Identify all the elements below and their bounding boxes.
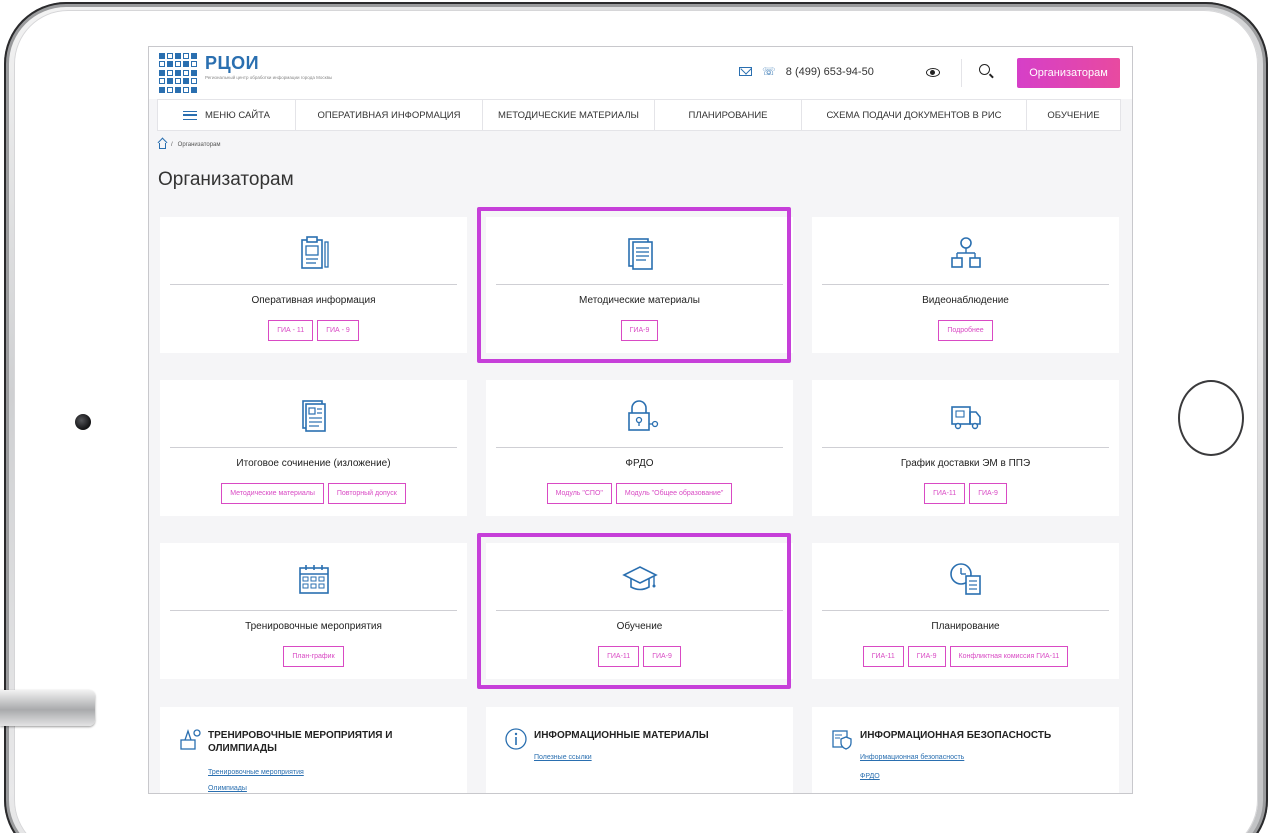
essay-icon: [301, 400, 326, 432]
card-divider: [822, 447, 1109, 448]
card-divider: [170, 610, 457, 611]
site-header: РЦОИ Региональный центр обработки информ…: [149, 47, 1132, 99]
search-icon[interactable]: [979, 64, 990, 75]
truck-icon: [950, 406, 981, 430]
browser-screen: РЦОИ Региональный центр обработки информ…: [148, 46, 1133, 794]
tag-gia11[interactable]: ГИА-11: [924, 483, 966, 504]
card-tags: ГИА-11 ГИА-9: [812, 483, 1119, 504]
card-divider: [170, 447, 457, 448]
nav-methodical-materials[interactable]: МЕТОДИЧЕСКИЕ МАТЕРИАЛЫ: [483, 100, 655, 130]
phone-icon: ☏: [762, 66, 776, 78]
tag-more[interactable]: Подробнее: [938, 320, 993, 341]
burger-menu-icon: [183, 110, 197, 120]
award-icon: [180, 728, 201, 750]
tablet-mockup: РЦОИ Региональный центр обработки информ…: [0, 0, 1281, 833]
card-tags: ГИА-11 ГИА-9 Конфликтная комиссия ГИА-11: [812, 646, 1119, 667]
breadcrumb-current: Организаторам: [177, 141, 221, 148]
card-tags: ГИА - 11 ГИА - 9: [160, 320, 467, 341]
nav-operational-info[interactable]: ОПЕРАТИВНАЯ ИНФОРМАЦИЯ: [296, 100, 483, 130]
card-title: Видеонаблюдение: [922, 295, 1009, 306]
card-training-events[interactable]: Тренировочные мероприятия План-график: [160, 543, 467, 679]
tag-gia11[interactable]: ГИА-11: [862, 646, 904, 667]
card-tags: Методические материалы Повторный допуск: [160, 483, 467, 504]
tag-gia11[interactable]: ГИА - 11: [268, 320, 314, 341]
organizers-button[interactable]: Организаторам: [1017, 58, 1120, 88]
card-operational-info[interactable]: Оперативная информация ГИА - 11 ГИА - 9: [160, 217, 467, 353]
tag-gia9[interactable]: ГИА - 9: [317, 320, 359, 341]
calendar-icon: [298, 565, 329, 594]
card-title: ИНФОРМАЦИОННАЯ БЕЗОПАСНОСТЬ: [860, 730, 1052, 741]
card-title: ИНФОРМАЦИОННЫЕ МАТЕРИАЛЫ: [534, 730, 709, 741]
info-icon: [505, 728, 527, 750]
card-frdo[interactable]: ФРДО Модуль "СПО" Модуль "Общее образова…: [486, 380, 793, 516]
card-title: ТРЕНИРОВОЧНЫЕ МЕРОПРИЯТИЯ И ОЛИМПИАДЫ: [208, 730, 393, 754]
logo-title: РЦОИ: [205, 53, 260, 73]
camera-icon: [75, 414, 91, 430]
card-delivery-schedule[interactable]: График доставки ЭМ в ППЭ ГИА-11 ГИА-9: [812, 380, 1119, 516]
planning-icon: [949, 563, 981, 595]
site-logo[interactable]: РЦОИ Региональный центр обработки информ…: [159, 53, 339, 93]
logo-subtitle: Региональный центр обработки информации …: [205, 75, 333, 80]
breadcrumb-separator: /: [171, 141, 173, 148]
card-training-olympiads: ТРЕНИРОВОЧНЫЕ МЕРОПРИЯТИЯ И ОЛИМПИАДЫ Тр…: [160, 707, 467, 793]
lock-key-icon: [627, 400, 658, 431]
link-training-events[interactable]: Тренировочные мероприятия: [208, 769, 304, 776]
security-icon: [832, 730, 852, 750]
clipboard-icon: [300, 236, 329, 269]
nav-planning[interactable]: ПЛАНИРОВАНИЕ: [655, 100, 802, 130]
card-title: Оперативная информация: [251, 295, 376, 306]
link-frdo[interactable]: ФРДО: [860, 773, 880, 780]
card-divider: [822, 284, 1109, 285]
home-icon[interactable]: [159, 143, 166, 149]
card-title: График доставки ЭМ в ППЭ: [900, 458, 1031, 469]
nav-site-menu[interactable]: МЕНЮ САЙТА: [158, 100, 296, 130]
highlight-methodical-materials: [477, 207, 791, 363]
card-final-essay[interactable]: Итоговое сочинение (изложение) Методичес…: [160, 380, 467, 516]
tag-gia9[interactable]: ГИА-9: [969, 483, 1007, 504]
card-tags: Модуль "СПО" Модуль "Общее образование": [486, 483, 793, 504]
logo-grid-icon: [159, 53, 199, 93]
side-key: [0, 690, 95, 726]
tag-repeat-admission[interactable]: Повторный допуск: [327, 483, 406, 504]
card-info-security: ИНФОРМАЦИОННАЯ БЕЗОПАСНОСТЬ Информационн…: [812, 707, 1119, 793]
tag-plan-schedule[interactable]: План-график: [283, 646, 344, 667]
mail-icon[interactable]: [739, 67, 752, 76]
card-tags: Подробнее: [812, 320, 1119, 341]
card-title: Тренировочные мероприятия: [245, 621, 382, 632]
nav-training[interactable]: ОБУЧЕНИЕ: [1027, 100, 1120, 130]
phone-number[interactable]: 8 (499) 653-94-50: [786, 66, 874, 78]
hierarchy-icon: [950, 237, 981, 268]
card-title: Итоговое сочинение (изложение): [236, 458, 391, 469]
card-info-materials: ИНФОРМАЦИОННЫЕ МАТЕРИАЛЫ Полезные ссылки: [486, 707, 793, 793]
home-button[interactable]: [1178, 380, 1244, 456]
eye-icon[interactable]: [926, 68, 940, 77]
tag-general-education-module[interactable]: Модуль "Общее образование": [615, 483, 733, 504]
breadcrumb: / Организаторам: [159, 140, 221, 149]
card-divider: [496, 447, 783, 448]
header-divider: [961, 59, 962, 87]
card-divider: [170, 284, 457, 285]
card-video-surveillance[interactable]: Видеонаблюдение Подробнее: [812, 217, 1119, 353]
link-useful-links[interactable]: Полезные ссылки: [534, 754, 592, 761]
nav-document-scheme[interactable]: СХЕМА ПОДАЧИ ДОКУМЕНТОВ В РИС: [802, 100, 1027, 130]
nav-label: МЕНЮ САЙТА: [205, 109, 270, 121]
link-olympiads[interactable]: Олимпиады: [208, 785, 247, 792]
highlight-training: [477, 533, 791, 689]
tag-gia9[interactable]: ГИА-9: [907, 646, 946, 667]
tag-conflict-commission[interactable]: Конфликтная комиссия ГИА-11: [949, 646, 1069, 667]
contacts: ☏ 8 (499) 653-94-50: [739, 65, 874, 78]
tag-spo-module[interactable]: Модуль "СПО": [546, 483, 612, 504]
card-planning[interactable]: Планирование ГИА-11 ГИА-9 Конфликтная ко…: [812, 543, 1119, 679]
card-title: Планирование: [931, 621, 1000, 632]
card-divider: [822, 610, 1109, 611]
tag-methodical-materials[interactable]: Методические материалы: [221, 483, 324, 504]
card-tags: План-график: [160, 646, 467, 667]
link-info-security[interactable]: Информационная безопасность: [860, 754, 964, 761]
main-nav: МЕНЮ САЙТА ОПЕРАТИВНАЯ ИНФОРМАЦИЯ МЕТОДИ…: [157, 99, 1121, 131]
card-title: ФРДО: [625, 458, 654, 469]
page-title: Организаторам: [158, 169, 294, 190]
